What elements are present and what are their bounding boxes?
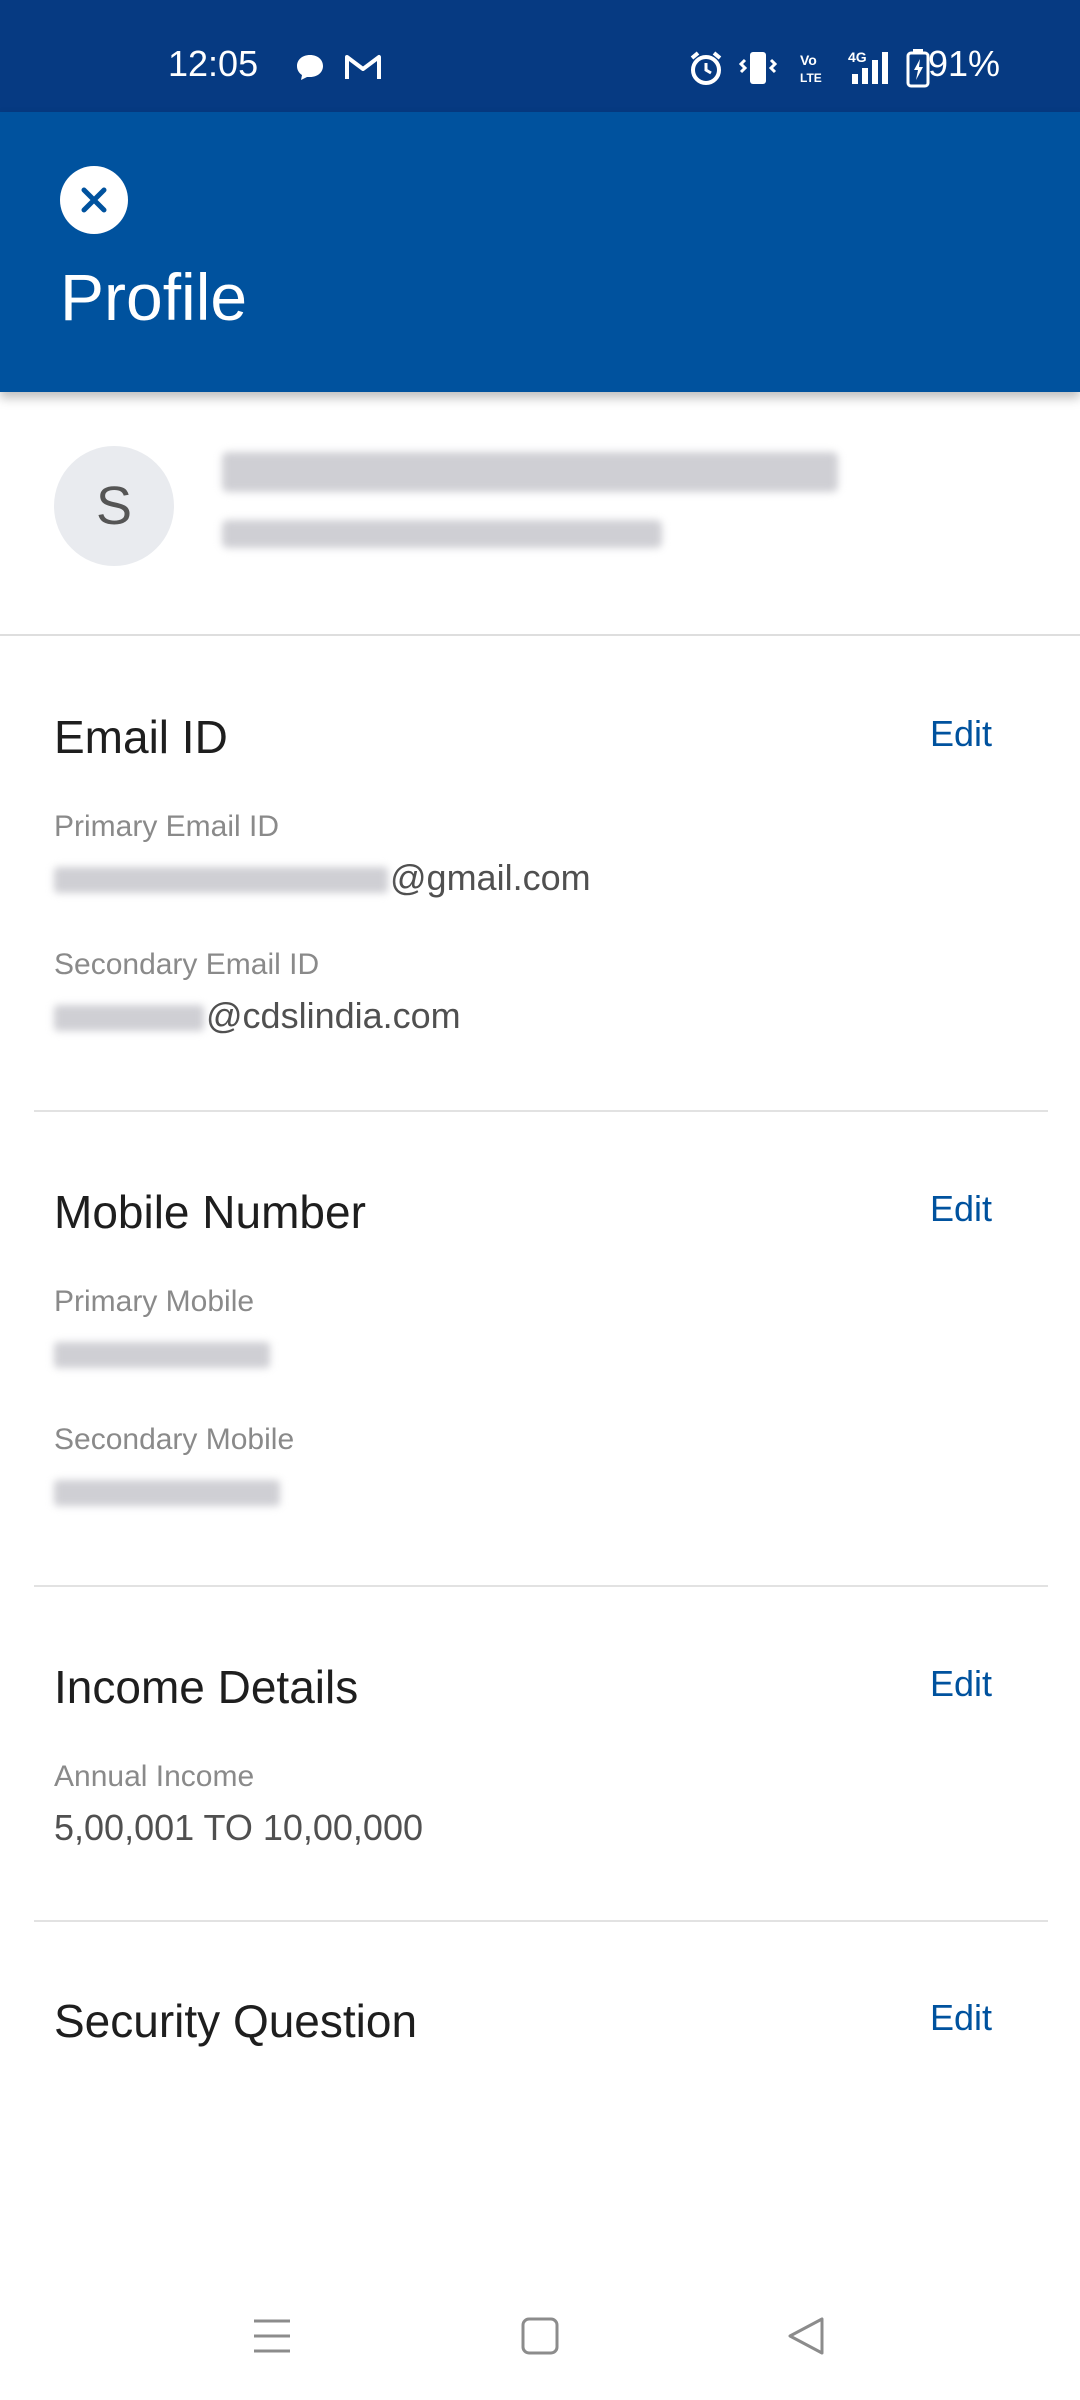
annual-income-value: 5,00,001 TO 10,00,000 <box>54 1807 423 1848</box>
email-section-title: Email ID <box>54 711 228 763</box>
profile-summary: S <box>0 392 1080 636</box>
secondary-email-label: Secondary Email ID <box>54 948 320 981</box>
back-button[interactable] <box>776 2306 836 2366</box>
email-section: Email ID Edit Primary Email ID @gmail.co… <box>34 700 1048 1110</box>
mobile-edit-link[interactable]: Edit <box>930 1191 992 1227</box>
section-divider <box>34 1110 1048 1112</box>
svg-text:4G: 4G <box>848 49 867 65</box>
annual-income-label: Annual Income <box>54 1760 255 1793</box>
primary-email-label: Primary Email ID <box>54 810 280 843</box>
security-edit-link[interactable]: Edit <box>930 2000 992 2036</box>
primary-mobile-value <box>54 1335 272 1371</box>
home-button[interactable] <box>510 2306 570 2366</box>
system-nav-bar <box>0 2270 1080 2400</box>
primary-email-value: @gmail.com <box>54 860 591 896</box>
svg-text:Vo: Vo <box>800 52 817 68</box>
secondary-mobile-value <box>54 1473 282 1509</box>
recents-button[interactable] <box>242 2306 302 2366</box>
primary-email-masked <box>54 867 388 894</box>
primary-email-domain: @gmail.com <box>390 857 591 898</box>
mobile-section: Mobile Number Edit Primary Mobile Second… <box>34 1175 1048 1585</box>
profile-id-redacted <box>222 520 662 548</box>
page-title: Profile <box>60 260 248 334</box>
avatar: S <box>54 446 174 566</box>
income-edit-link[interactable]: Edit <box>930 1666 992 1702</box>
income-section-title: Income Details <box>54 1661 359 1713</box>
status-time: 12:05 <box>168 43 259 84</box>
income-section: Income Details Edit Annual Income 5,00,0… <box>34 1650 1048 1920</box>
alarm-icon <box>690 51 722 85</box>
vibrate-icon <box>738 52 778 84</box>
section-divider <box>34 1585 1048 1587</box>
profile-name-redacted <box>222 452 838 492</box>
security-section: Security Question Edit <box>34 1988 1048 2088</box>
close-button[interactable] <box>60 166 128 234</box>
primary-mobile-label: Primary Mobile <box>54 1285 255 1318</box>
chat-icon <box>297 55 323 80</box>
close-icon <box>81 187 107 213</box>
battery-icon <box>906 49 930 88</box>
battery-percentage: 91% <box>927 43 1000 84</box>
menu-icon <box>254 2319 290 2353</box>
app-header: Profile <box>0 112 1080 392</box>
gmail-icon <box>345 55 381 79</box>
primary-mobile-masked <box>54 1342 270 1369</box>
mobile-section-title: Mobile Number <box>54 1186 366 1238</box>
secondary-email-domain: @cdslindia.com <box>206 995 461 1036</box>
secondary-email-masked <box>54 1005 204 1032</box>
secondary-mobile-masked <box>54 1480 280 1507</box>
secondary-email-value: @cdslindia.com <box>54 998 461 1034</box>
email-edit-link[interactable]: Edit <box>930 716 992 752</box>
security-section-title: Security Question <box>54 1995 418 2047</box>
secondary-mobile-label: Secondary Mobile <box>54 1423 295 1456</box>
volte-icon: Vo LTE <box>800 52 822 85</box>
back-icon <box>788 2317 824 2355</box>
home-icon <box>521 2317 559 2355</box>
section-divider <box>34 1920 1048 1922</box>
signal-4g-icon: 4G <box>848 49 888 84</box>
svg-text:LTE: LTE <box>800 71 822 85</box>
status-bar: 12:05 Vo LTE 4G 91% <box>0 0 1080 112</box>
